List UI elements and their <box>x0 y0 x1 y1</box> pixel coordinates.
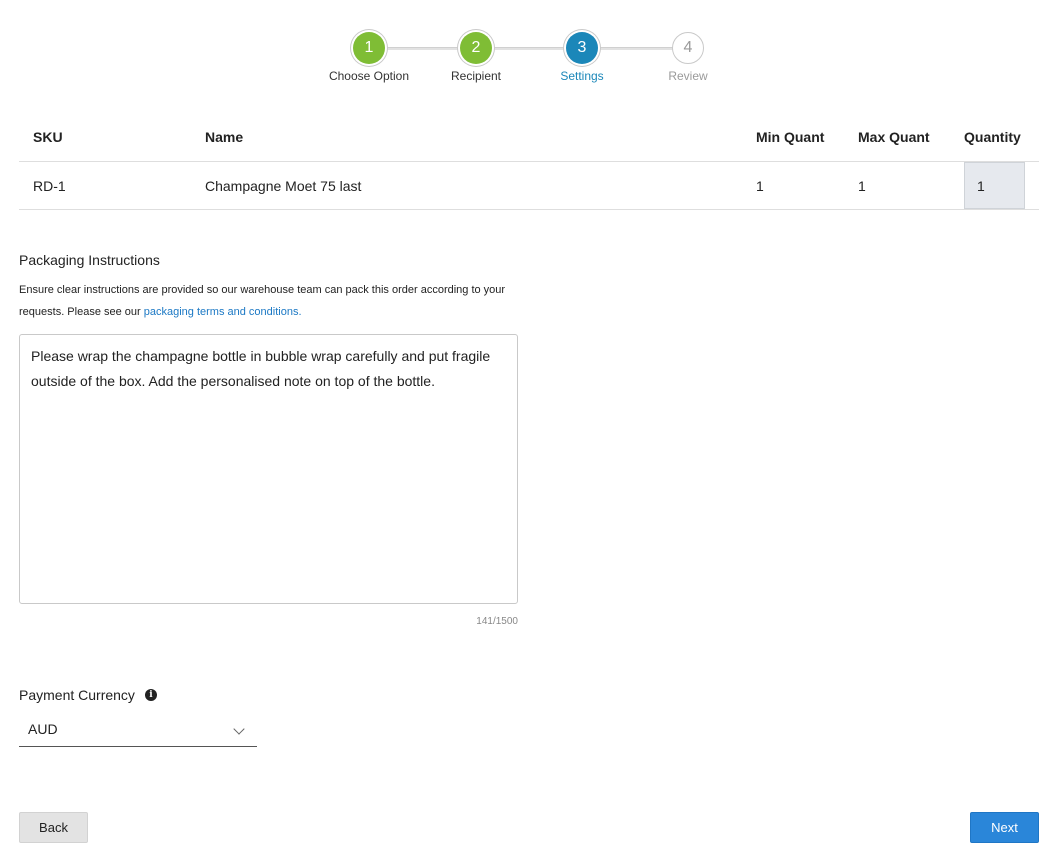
step-label: Choose Option <box>328 69 410 83</box>
back-button[interactable]: Back <box>19 812 88 843</box>
packaging-title: Packaging Instructions <box>19 252 160 268</box>
step-settings: 3 Settings <box>522 32 642 83</box>
packaging-description: Ensure clear instructions are provided s… <box>19 279 519 323</box>
step-recipient[interactable]: 2 Recipient <box>416 32 536 83</box>
packaging-instructions-textarea[interactable]: Please wrap the champagne bottle in bubb… <box>19 334 518 604</box>
table-row: RD-1 Champagne Moet 75 last 1 1 1 <box>19 162 1039 210</box>
cell-name: Champagne Moet 75 last <box>205 177 362 194</box>
header-name: Name <box>205 128 244 145</box>
cell-max-quant: 1 <box>858 177 866 194</box>
table-header-row: SKU Name Min Quant Max Quant Quantity <box>19 112 1039 162</box>
header-sku: SKU <box>33 128 63 145</box>
payment-currency-select[interactable]: AUD <box>19 712 257 747</box>
step-label: Recipient <box>450 69 502 83</box>
selected-currency: AUD <box>28 721 58 737</box>
header-max-quant: Max Quant <box>858 128 930 145</box>
step-choose-option[interactable]: 1 Choose Option <box>309 32 429 83</box>
header-min-quant: Min Quant <box>756 128 825 145</box>
next-button[interactable]: Next <box>970 812 1039 843</box>
cell-sku: RD-1 <box>33 177 66 194</box>
step-review: 4 Review <box>628 32 748 83</box>
items-table: SKU Name Min Quant Max Quant Quantity RD… <box>19 112 1039 210</box>
character-counter: 141/1500 <box>476 616 518 627</box>
packaging-terms-link[interactable]: packaging terms and conditions. <box>144 306 302 318</box>
chevron-down-icon <box>233 723 245 735</box>
step-number: 1 <box>353 32 385 64</box>
step-number: 3 <box>566 32 598 64</box>
step-number: 2 <box>460 32 492 64</box>
payment-currency-label-text: Payment Currency <box>19 687 135 703</box>
cell-min-quant: 1 <box>756 177 764 194</box>
progress-stepper: 1 Choose Option 2 Recipient 3 Settings 4… <box>0 32 1063 92</box>
payment-currency-label: Payment Currency i <box>19 687 157 703</box>
info-icon[interactable]: i <box>144 689 157 701</box>
step-label: Review <box>668 69 708 83</box>
header-quantity: Quantity <box>964 128 1021 145</box>
step-label: Settings <box>560 69 604 83</box>
quantity-input[interactable]: 1 <box>964 162 1025 209</box>
step-number: 4 <box>672 32 704 64</box>
